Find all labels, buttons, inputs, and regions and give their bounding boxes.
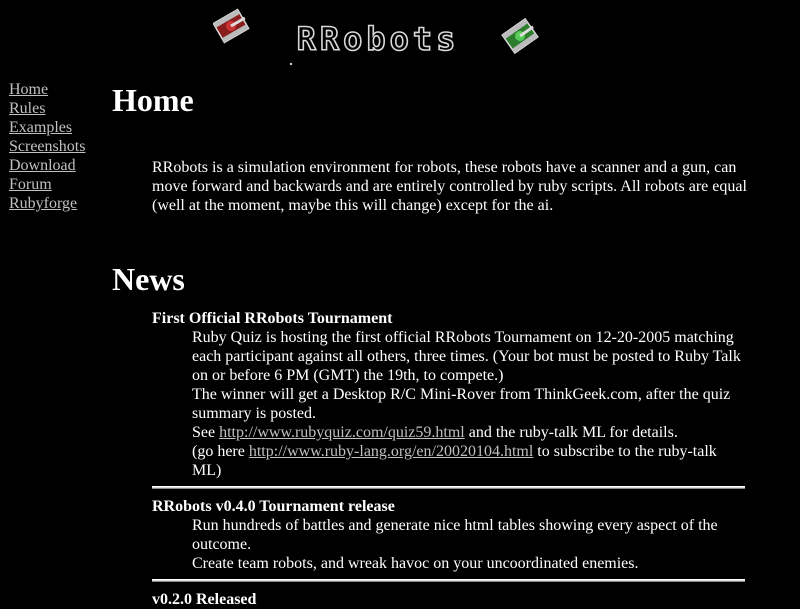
rubyquiz-link[interactable]: http://www.rubyquiz.com/quiz59.html xyxy=(219,424,465,441)
news-text: Create team robots, and wreak havoc on y… xyxy=(192,555,639,572)
nav-link-download[interactable]: Download xyxy=(9,156,104,175)
news-list: First Official RRobots Tournament Ruby Q… xyxy=(152,309,745,609)
rrobots-logo-banner: RRobots xyxy=(213,8,543,68)
logo-graphic: RRobots xyxy=(213,8,539,66)
nav-link-examples[interactable]: Examples xyxy=(9,118,104,137)
news-text: The winner will get a Desktop R/C Mini-R… xyxy=(192,386,731,422)
news-item: First Official RRobots Tournament Ruby Q… xyxy=(152,309,745,480)
nav-link-rubyforge[interactable]: Rubyforge xyxy=(9,194,104,213)
main-content: Home RRobots is a simulation environment… xyxy=(112,78,752,609)
news-divider xyxy=(152,579,745,582)
green-tank-icon xyxy=(501,17,539,55)
nav-link-rules[interactable]: Rules xyxy=(9,99,104,118)
news-item-body: Run hundreds of battles and generate nic… xyxy=(152,516,745,573)
bullet-dot xyxy=(289,62,293,66)
nav-link-home[interactable]: Home xyxy=(9,80,104,99)
news-text: (go here xyxy=(192,443,249,460)
news-text-go: (go here http://www.ruby-lang.org/en/200… xyxy=(192,442,745,480)
page-title: Home xyxy=(112,82,194,118)
ruby-lang-link[interactable]: http://www.ruby-lang.org/en/20020104.htm… xyxy=(249,443,533,460)
news-item-title: RRobots v0.4.0 Tournament release xyxy=(152,498,395,515)
news-text: See xyxy=(192,424,220,441)
news-item-body: Ruby Quiz is hosting the first official … xyxy=(152,328,745,480)
news-text-see: See http://www.rubyquiz.com/quiz59.html … xyxy=(192,423,745,442)
news-heading: News xyxy=(112,261,185,297)
news-divider xyxy=(152,486,745,489)
news-item-title: First Official RRobots Tournament xyxy=(152,310,393,327)
nav-link-screenshots[interactable]: Screenshots xyxy=(9,137,104,156)
news-text: Ruby Quiz is hosting the first official … xyxy=(192,329,741,384)
intro-paragraph: RRobots is a simulation environment for … xyxy=(152,159,747,214)
news-text: and the ruby-talk ML for details. xyxy=(464,424,678,441)
logo-text: RRobots xyxy=(297,20,460,58)
news-item: RRobots v0.4.0 Tournament release Run hu… xyxy=(152,497,745,573)
sidebar-nav: Home Rules Examples Screenshots Download… xyxy=(9,80,104,213)
nav-link-forum[interactable]: Forum xyxy=(9,175,104,194)
news-text: Run hundreds of battles and generate nic… xyxy=(192,517,718,553)
red-tank-icon xyxy=(213,8,250,44)
